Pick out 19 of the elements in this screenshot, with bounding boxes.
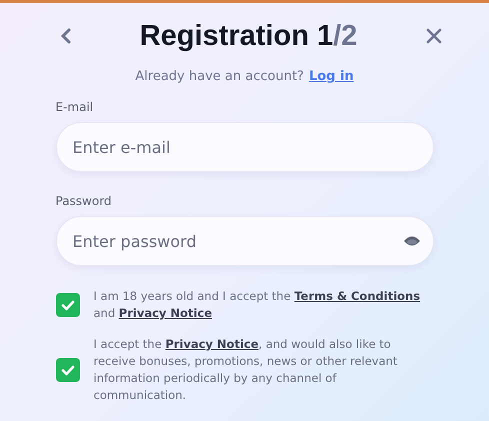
field-label: Password [56,194,113,208]
email-field[interactable]: Enter e-mail [56,122,434,172]
check-icon [60,364,74,376]
consent-text: I am 18 years old and I accept the Terms & Conditions and Privacy Notice [94,288,422,322]
eye-icon[interactable] [404,235,420,247]
field-label: E-mail [56,100,94,114]
check-icon [60,300,74,310]
consent-text: I accept the Privacy Notice, and would also like to receive bonuses, promotions, news or other relevant information periodically by any channel of communication. [94,336,398,404]
close-icon [426,28,442,44]
checkbox[interactable] [56,293,80,317]
policy-link[interactable]: Terms & Conditions [294,289,420,303]
checkbox[interactable] [56,358,80,382]
login-prompt: Already have an account? [135,69,304,84]
policy-link[interactable]: Privacy Notice [165,337,259,351]
password-field[interactable]: Enter password [56,216,434,266]
registration-title: Registration 1/2 [140,20,358,52]
chevron-left-icon [60,28,72,44]
login-link[interactable]: Log in [308,69,354,84]
policy-link[interactable]: Privacy Notice [118,306,212,320]
